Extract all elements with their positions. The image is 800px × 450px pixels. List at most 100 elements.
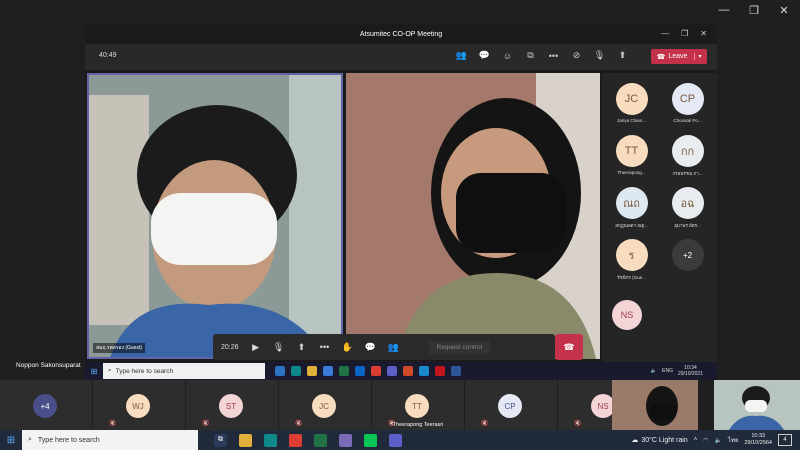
participant-video-2 [346,73,600,359]
ns-avatar: NS [612,300,642,330]
avatar: TT [405,394,429,418]
participant-strip: +4 WJ 🔇 ST 🔇 JC 🔇 TT 🔇 Theerapong Teerasri CP 🔇 NS 🔇 [0,380,800,430]
participant-tile[interactable]: TT 🔇 Theerapong Teerasri [372,380,464,430]
mic-muted-icon: 🔇 [481,421,489,427]
hangup-button[interactable]: ☎ [555,334,583,360]
participant-tile[interactable]: ST 🔇 [186,380,278,430]
leave-label: Leave [668,53,688,60]
teams-icon[interactable] [389,433,402,447]
close-icon[interactable]: ✕ [776,4,792,17]
presenter-name: Noppon Sakonsuparat [16,362,81,369]
participant-tile[interactable]: +4 [0,380,92,430]
video-feed-1 [89,75,341,357]
chrome-icon [371,366,381,376]
line-icon[interactable] [364,433,377,447]
task-view-icon [275,366,285,376]
share-tray-icon: ⬆ [618,50,627,60]
meeting-toolbar: 40:49 👥 💬 ☺ ⧉ ••• ⊘ 🎙 ⬆ ☎ Leave ▾ [85,44,717,70]
participant-tile[interactable]: WJ 🔇 [93,380,185,430]
task-view-icon[interactable]: ⧉ [214,433,227,447]
minimize-icon[interactable]: — [716,4,732,17]
roster-participant: อฉอุมาพร อัตร... [630,187,745,229]
participants-icon: 👥 [455,50,468,60]
window-controls: — ❐ ✕ [716,4,792,17]
app-icon [419,366,429,376]
avatar: CP [671,83,704,115]
restore-icon[interactable]: ❐ [746,4,762,17]
local-taskbar-apps: ⧉ [214,433,402,447]
excel-icon[interactable] [314,433,327,447]
teams-icon [387,366,397,376]
phone-hangup-icon: ☎ [563,341,575,352]
local-search-box[interactable]: ⌕ Type here to search [22,430,198,450]
participant-tile[interactable]: JC 🔇 [279,380,371,430]
remote-taskbar-apps [275,366,461,376]
mic-muted-icon: 🔇 [574,421,582,427]
participant-tile[interactable]: CP 🔇 [465,380,557,430]
wifi-icon[interactable]: ◠ [703,437,708,444]
cloud-icon: ☁ [631,437,639,444]
language-indicator[interactable]: ไทย [728,435,739,445]
phone-icon: ☎ [656,53,666,61]
weather-widget[interactable]: ☁ 30°C Light rain [631,436,687,445]
raise-hand-icon: ✋ [341,341,354,352]
outer-titlebar: — ❐ ✕ [0,0,800,24]
participants-icon: 👥 [387,341,400,352]
roster-participant: +2 [630,239,745,274]
reactions-icon: ☺ [502,50,513,61]
volume-icon[interactable]: 🔈 [714,437,721,444]
camera-off-icon: ⊘ [572,50,581,60]
remote-search-box: ⌕ Type here to search [103,363,265,379]
mic-icon: 🎙 [593,50,606,60]
windows-icon: ⊞ [90,366,98,376]
restore-icon: ❐ [681,29,689,38]
close-icon: ✕ [700,29,707,38]
search-icon: ⌕ [108,367,112,374]
notification-icon[interactable]: 4 [778,434,792,446]
share-icon: ⬆ [297,341,306,352]
mic-muted-icon: 🔇 [202,421,210,427]
camera-tile[interactable] [714,380,800,430]
search-icon: ⌕ [28,436,32,443]
edge-icon[interactable] [264,433,277,447]
outlook-icon [355,366,365,376]
remote-system-tray: 🔈 ENG 10:34 29/10/2021 [651,365,717,377]
avatar: +4 [33,394,57,418]
roster-name: รัชนีกร (Gue... [617,275,646,280]
search-placeholder: Type here to search [37,436,100,444]
file-explorer-icon[interactable] [239,433,252,447]
volume-icon: 🔈 [650,368,658,374]
word-icon [451,366,461,376]
local-clock[interactable]: 10:33 29/10/2564 [744,433,772,447]
roster-participant: CP Choosak Po... [630,83,745,123]
avatar: อฉ [671,187,704,219]
app-icon[interactable] [339,433,352,447]
chevron-up-icon[interactable]: ˄ [694,437,698,443]
roster-participant: กก กรธพรรณ กา... [630,135,745,177]
chat-icon: 💬 [364,341,377,352]
store-icon [323,366,333,376]
windows-icon[interactable]: ⊞ [0,435,22,446]
roster-name: Choosak Po... [673,118,702,123]
camera-tile[interactable] [612,380,698,430]
acrobat-icon [435,366,445,376]
request-control-button[interactable]: Request control [428,340,491,354]
participant-name: Theerapong Teerasri [392,422,444,428]
camera-feed [612,380,698,430]
remote-date: 29/10/2021 [677,371,703,377]
meeting-timer: 40:49 [99,52,117,59]
remote-window-title: Atsumitec CO-OP Meeting [359,30,443,38]
call-timer: 20:26 [221,343,239,351]
powerpoint-icon [403,366,413,376]
call-control-bar: 20:26 ▶ 🎙 ⬆ ••• ✋ 💬 👥 Request control [213,334,555,360]
excel-icon [339,366,349,376]
more-icon: ••• [548,50,559,61]
avatar: WJ [126,394,150,418]
file-explorer-icon [307,366,317,376]
roster-name: อุมาพร อัตร... [674,223,701,228]
chrome-icon[interactable] [289,433,302,447]
mic-muted-icon: 🔇 [109,421,117,427]
more-icon: ••• [319,342,330,352]
search-placeholder: Type here to search [115,367,174,375]
local-system-tray: ☁ 30°C Light rain ˄ ◠ 🔈 ไทย 10:33 29/10/… [631,433,800,447]
